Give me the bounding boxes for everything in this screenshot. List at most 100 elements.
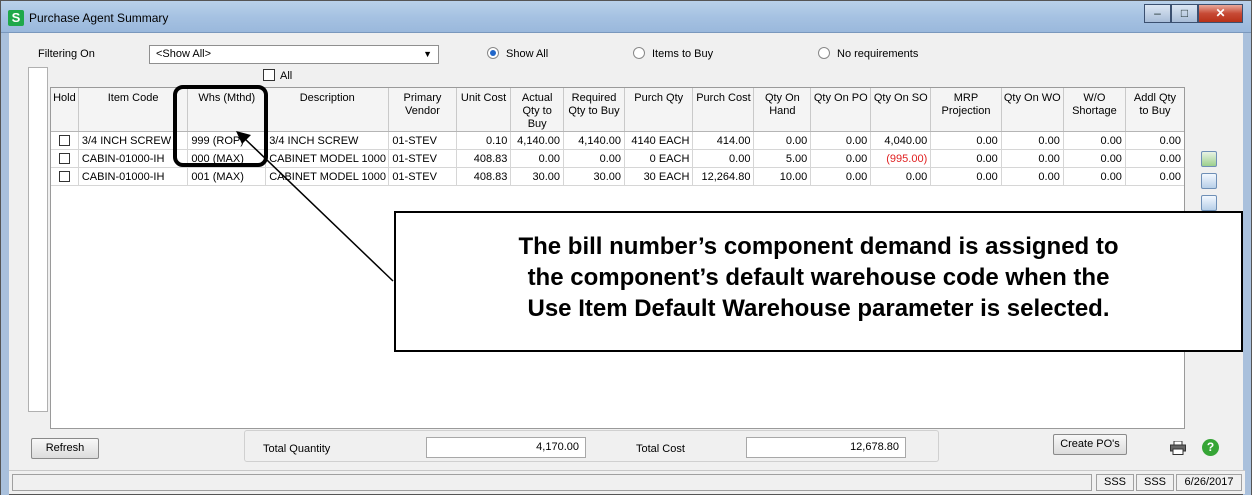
qty-on-hand-cell[interactable]: 0.00: [753, 131, 812, 150]
vendor-cell[interactable]: 01-STEV: [388, 131, 457, 150]
addl-qty-cell[interactable]: 0.00: [1125, 167, 1184, 186]
col-wo-shortage[interactable]: W/O Shortage: [1063, 88, 1126, 132]
col-actual-qty-to-buy[interactable]: Actual Qty to Buy: [510, 88, 564, 132]
filtering-on-label: Filtering On: [38, 48, 95, 60]
close-button[interactable]: ✕: [1198, 4, 1243, 23]
green-document-icon-2[interactable]: [1201, 195, 1217, 211]
select-all-label: All: [280, 70, 293, 82]
hold-cell[interactable]: [51, 167, 79, 186]
callout-note: The bill number’s component demand is as…: [394, 211, 1243, 352]
maximize-button[interactable]: □: [1171, 4, 1198, 23]
minimize-button[interactable]: –: [1144, 4, 1171, 23]
col-mrp-projection[interactable]: MRP Projection: [930, 88, 1002, 132]
col-hold[interactable]: Hold: [51, 88, 79, 132]
col-unit-cost[interactable]: Unit Cost: [456, 88, 512, 132]
description-cell[interactable]: CABINET MODEL 1000: [265, 167, 390, 186]
wo-shortage-cell[interactable]: 0.00: [1063, 149, 1126, 168]
table-row[interactable]: CABIN-01000-IH 001 (MAX) CABINET MODEL 1…: [51, 167, 1184, 186]
printer-icon[interactable]: [1170, 441, 1186, 455]
required-qty-cell[interactable]: 30.00: [563, 167, 626, 186]
item-code-cell[interactable]: 3/4 INCH SCREW: [78, 131, 189, 150]
item-code-cell[interactable]: CABIN-01000-IH: [78, 149, 189, 168]
addl-qty-cell[interactable]: 0.00: [1125, 131, 1184, 150]
status-company-code: SSS: [1096, 474, 1134, 491]
col-item-code[interactable]: Item Code: [78, 88, 189, 132]
required-qty-cell[interactable]: 4,140.00: [563, 131, 626, 150]
unit-cost-cell[interactable]: 0.10: [456, 131, 512, 150]
total-quantity-field: 4,170.00: [426, 437, 586, 458]
radio-show-all[interactable]: [487, 47, 499, 59]
qty-on-so-cell[interactable]: (995.00): [870, 149, 932, 168]
vendor-cell[interactable]: 01-STEV: [388, 149, 457, 168]
col-purch-cost[interactable]: Purch Cost: [692, 88, 755, 132]
qty-on-wo-cell[interactable]: 0.00: [1001, 131, 1064, 150]
actual-qty-cell[interactable]: 0.00: [510, 149, 564, 168]
purch-cost-cell[interactable]: 12,264.80: [692, 167, 755, 186]
wo-shortage-cell[interactable]: 0.00: [1063, 167, 1126, 186]
purch-qty-cell[interactable]: 30 EACH: [624, 167, 694, 186]
callout-line: the component’s default warehouse code w…: [527, 264, 1110, 291]
purch-cost-cell[interactable]: 0.00: [692, 149, 755, 168]
total-cost-field: 12,678.80: [746, 437, 906, 458]
col-qty-on-hand[interactable]: Qty On Hand: [753, 88, 812, 132]
total-quantity-label: Total Quantity: [263, 443, 331, 455]
actual-qty-cell[interactable]: 30.00: [510, 167, 564, 186]
col-addl-qty-to-buy[interactable]: Addl Qty to Buy: [1125, 88, 1184, 132]
filter-dropdown[interactable]: <Show All> ▼: [149, 45, 439, 64]
mrp-projection-cell[interactable]: 0.00: [930, 131, 1002, 150]
col-required-qty-to-buy[interactable]: Required Qty to Buy: [563, 88, 626, 132]
item-code-cell[interactable]: CABIN-01000-IH: [78, 167, 189, 186]
col-qty-on-wo[interactable]: Qty On WO: [1001, 88, 1064, 132]
qty-on-hand-cell[interactable]: 5.00: [753, 149, 812, 168]
col-qty-on-po[interactable]: Qty On PO: [810, 88, 872, 132]
purch-qty-cell[interactable]: 0 EACH: [624, 149, 694, 168]
hold-checkbox[interactable]: [58, 153, 70, 165]
radio-items-to-buy[interactable]: [633, 47, 645, 59]
radio-no-requirements[interactable]: [818, 47, 830, 59]
required-qty-cell[interactable]: 0.00: [563, 149, 626, 168]
status-message-area: [12, 474, 1092, 491]
qty-on-so-cell[interactable]: 4,040.00: [870, 131, 932, 150]
purch-cost-cell[interactable]: 414.00: [692, 131, 755, 150]
hold-cell[interactable]: [51, 131, 79, 150]
radio-show-all-label: Show All: [506, 48, 549, 60]
qty-on-po-cell[interactable]: 0.00: [810, 131, 872, 150]
mrp-projection-cell[interactable]: 0.00: [930, 167, 1002, 186]
select-all-checkbox[interactable]: [263, 69, 275, 81]
unit-cost-cell[interactable]: 408.83: [456, 167, 512, 186]
window-frame-right: [1243, 33, 1251, 495]
description-cell[interactable]: 3/4 INCH SCREW: [265, 131, 390, 150]
refresh-button[interactable]: Refresh: [31, 438, 99, 459]
left-scroll-panel[interactable]: [28, 67, 48, 412]
mrp-projection-cell[interactable]: 0.00: [930, 149, 1002, 168]
wo-shortage-cell[interactable]: 0.00: [1063, 131, 1126, 150]
qty-on-wo-cell[interactable]: 0.00: [1001, 167, 1064, 186]
help-icon[interactable]: ?: [1202, 439, 1219, 456]
status-date: 6/26/2017: [1176, 474, 1242, 491]
addl-qty-cell[interactable]: 0.00: [1125, 149, 1184, 168]
hold-checkbox[interactable]: [58, 171, 70, 183]
new-document-icon[interactable]: [1201, 151, 1217, 167]
description-cell[interactable]: CABINET MODEL 1000: [265, 149, 390, 168]
qty-on-po-cell[interactable]: 0.00: [810, 167, 872, 186]
col-qty-on-so[interactable]: Qty On SO: [870, 88, 932, 132]
window-title: Purchase Agent Summary: [29, 11, 169, 25]
vendor-cell[interactable]: 01-STEV: [388, 167, 457, 186]
col-description[interactable]: Description: [265, 88, 390, 132]
title-bar: S Purchase Agent Summary – □ ✕: [1, 1, 1251, 33]
hold-cell[interactable]: [51, 149, 79, 168]
green-document-icon[interactable]: [1201, 173, 1217, 189]
whs-cell[interactable]: 001 (MAX): [187, 167, 267, 186]
qty-on-hand-cell[interactable]: 10.00: [753, 167, 812, 186]
hold-checkbox[interactable]: [58, 135, 70, 147]
actual-qty-cell[interactable]: 4,140.00: [510, 131, 564, 150]
qty-on-so-cell[interactable]: 0.00: [870, 167, 932, 186]
unit-cost-cell[interactable]: 408.83: [456, 149, 512, 168]
qty-on-wo-cell[interactable]: 0.00: [1001, 149, 1064, 168]
qty-on-po-cell[interactable]: 0.00: [810, 149, 872, 168]
create-pos-button[interactable]: Create PO's: [1053, 434, 1127, 455]
purch-qty-cell[interactable]: 4140 EACH: [624, 131, 694, 150]
window-controls: – □ ✕: [1144, 4, 1243, 24]
col-purch-qty[interactable]: Purch Qty: [624, 88, 694, 132]
col-primary-vendor[interactable]: Primary Vendor: [388, 88, 457, 132]
